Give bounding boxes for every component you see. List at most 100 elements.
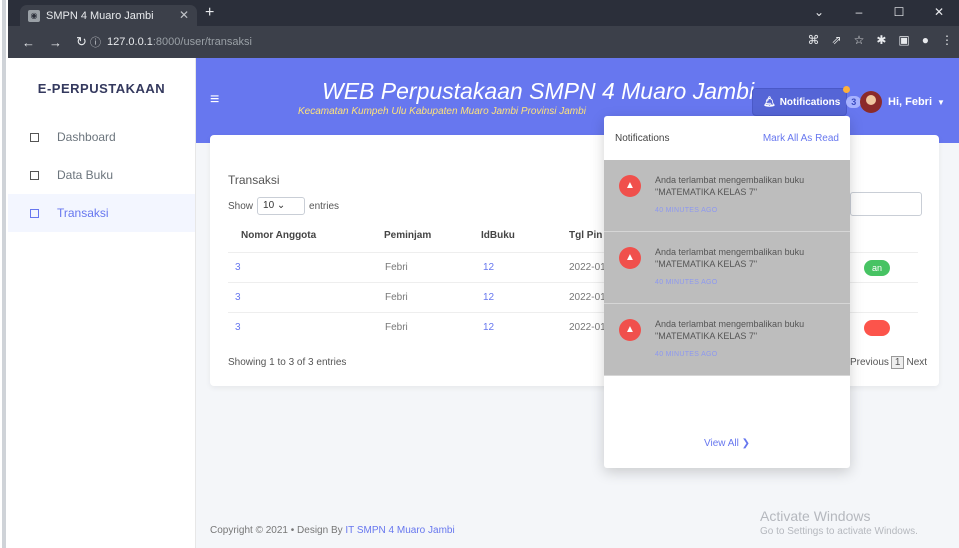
idbuku-cell[interactable]: 12 bbox=[483, 322, 494, 333]
notification-text: Anda terlambat mengembalikan buku "MATEM… bbox=[655, 319, 805, 341]
address-bar: ← → ↻ ⓘ 127.0.0.1 :8000/user/transaksi ⌘… bbox=[8, 26, 959, 58]
sidebar-item-label: Dashboard bbox=[57, 130, 116, 144]
chevron-down-icon[interactable]: ⌄ bbox=[799, 0, 839, 26]
column-header[interactable]: IdBuku bbox=[481, 230, 515, 241]
table-info: Showing 1 to 3 of 3 entries bbox=[228, 357, 347, 368]
forward-button[interactable]: → bbox=[49, 35, 62, 50]
window-controls: ⌄ – ☐ ✕ bbox=[799, 0, 959, 26]
notifications-dropdown-panel: Notifications Mark All As Read ▲ Anda te… bbox=[604, 116, 850, 468]
tgl-cell: 2022-01 bbox=[569, 262, 606, 273]
close-window-button[interactable]: ✕ bbox=[919, 0, 959, 26]
footer-bullet: • bbox=[290, 525, 295, 536]
notification-item[interactable]: ▲ Anda terlambat mengembalikan buku "MAT… bbox=[604, 232, 850, 304]
browser-tab[interactable]: ◉ SMPN 4 Muaro Jambi ✕ bbox=[20, 5, 197, 26]
minimize-button[interactable]: – bbox=[839, 0, 879, 26]
entries-control: Show 10 ⌄ entries bbox=[228, 197, 339, 215]
status-badge[interactable]: an bbox=[864, 260, 890, 276]
square-icon bbox=[30, 170, 39, 180]
share-icon[interactable]: ⇗ bbox=[832, 33, 842, 47]
avatar bbox=[860, 91, 882, 113]
notification-time: 40 MINUTES AGO bbox=[655, 279, 718, 286]
column-header[interactable]: Peminjam bbox=[384, 230, 431, 241]
pagination: Previous 1 Next bbox=[850, 356, 927, 369]
warning-icon: ▲ bbox=[619, 247, 641, 269]
sidebar-item-transaksi[interactable]: Transaksi bbox=[8, 194, 195, 232]
copyright-text: Copyright © 2021 bbox=[210, 525, 288, 536]
design-by-link[interactable]: IT SMPN 4 Muaro Jambi bbox=[345, 525, 454, 536]
user-menu[interactable]: Hi, Febri ▼ bbox=[860, 91, 945, 113]
square-icon bbox=[30, 132, 39, 142]
browser-toolbar-icons: ⌘ ⇗ ☆ ✱ ▣ ● ⋮ bbox=[808, 33, 953, 47]
previous-page-button[interactable]: Previous bbox=[850, 357, 889, 368]
footer: Copyright © 2021 • Design By IT SMPN 4 M… bbox=[210, 525, 455, 536]
url-field[interactable]: ⓘ 127.0.0.1 :8000/user/transaksi bbox=[90, 31, 650, 53]
notification-dot bbox=[843, 86, 850, 93]
reload-button[interactable]: ↻ bbox=[76, 34, 87, 50]
nomor-anggota-cell[interactable]: 3 bbox=[235, 262, 241, 273]
extensions-icon[interactable]: ✱ bbox=[876, 33, 886, 47]
star-icon[interactable]: ☆ bbox=[854, 33, 865, 47]
peminjam-cell: Febri bbox=[385, 322, 408, 333]
tab-strip: ◉ SMPN 4 Muaro Jambi ✕ + ⌄ – ☐ ✕ bbox=[8, 0, 959, 26]
dropdown-header: Notifications Mark All As Read bbox=[604, 116, 850, 160]
sidebar-item-dashboard[interactable]: Dashboard bbox=[8, 118, 195, 156]
nomor-anggota-cell[interactable]: 3 bbox=[235, 292, 241, 303]
profile-icon[interactable]: ● bbox=[922, 33, 929, 47]
menu-icon[interactable]: ⋮ bbox=[941, 33, 953, 47]
favicon-icon: ◉ bbox=[28, 9, 40, 22]
entries-select[interactable]: 10 ⌄ bbox=[257, 197, 306, 215]
search-input[interactable] bbox=[850, 192, 922, 216]
tgl-cell: 2022-01 bbox=[569, 292, 606, 303]
peminjam-cell: Febri bbox=[385, 292, 408, 303]
entries-label: entries bbox=[309, 200, 340, 212]
close-tab-icon[interactable]: ✕ bbox=[179, 8, 189, 22]
notifications-label: Notifications bbox=[779, 96, 841, 108]
translate-icon[interactable]: ⌘ bbox=[808, 33, 820, 47]
peminjam-cell: Febri bbox=[385, 262, 408, 273]
card-title: Transaksi bbox=[228, 173, 280, 187]
left-edge bbox=[0, 0, 8, 548]
caret-down-icon: ▼ bbox=[937, 97, 945, 107]
notification-item[interactable]: ▲ Anda terlambat mengembalikan buku "MAT… bbox=[604, 160, 850, 232]
mark-all-read-link[interactable]: Mark All As Read bbox=[763, 133, 839, 144]
maximize-button[interactable]: ☐ bbox=[879, 0, 919, 26]
next-page-button[interactable]: Next bbox=[906, 357, 927, 368]
notification-time: 40 MINUTES AGO bbox=[655, 351, 718, 358]
page-subtitle: Kecamatan Kumpeh Ulu Kabupaten Muaro Jam… bbox=[298, 106, 586, 117]
sidebar-item-label: Transaksi bbox=[57, 206, 109, 220]
watermark-line2: Go to Settings to activate Windows. bbox=[760, 526, 918, 537]
square-icon bbox=[30, 208, 39, 218]
entries-value: 10 bbox=[263, 200, 275, 211]
idbuku-cell[interactable]: 12 bbox=[483, 292, 494, 303]
nomor-anggota-cell[interactable]: 3 bbox=[235, 322, 241, 333]
page-1-button[interactable]: 1 bbox=[890, 356, 905, 369]
sidebar: E-PERPUSTAKAAN Dashboard Data Buku Trans… bbox=[8, 58, 196, 548]
notifications-button[interactable]: 🔔︎ Notifications 3 bbox=[752, 86, 862, 116]
tab-title: SMPN 4 Muaro Jambi bbox=[46, 9, 154, 22]
notification-time: 40 MINUTES AGO bbox=[655, 207, 718, 214]
new-tab-button[interactable]: + bbox=[205, 4, 214, 22]
notification-item[interactable]: ▲ Anda terlambat mengembalikan buku "MAT… bbox=[604, 304, 850, 376]
user-greeting: Hi, Febri bbox=[888, 96, 933, 108]
watermark-line1: Activate Windows bbox=[760, 508, 871, 524]
warning-icon: ▲ bbox=[619, 319, 641, 341]
column-header[interactable]: Nomor Anggota bbox=[241, 230, 316, 241]
windows-activation-watermark: Activate Windows Go to Settings to activ… bbox=[760, 508, 918, 537]
sidebar-item-data-buku[interactable]: Data Buku bbox=[8, 156, 195, 194]
url-path: :8000/user/transaksi bbox=[152, 36, 252, 48]
notification-text: Anda terlambat mengembalikan buku "MATEM… bbox=[655, 175, 805, 197]
brand-title: E-PERPUSTAKAAN bbox=[37, 80, 166, 96]
sidebar-item-label: Data Buku bbox=[57, 168, 114, 182]
view-all-link[interactable]: View All ❯ bbox=[604, 438, 850, 449]
bell-icon: 🔔︎ bbox=[763, 96, 776, 108]
back-button[interactable]: ← bbox=[22, 35, 35, 50]
dropdown-title: Notifications bbox=[615, 132, 670, 144]
idbuku-cell[interactable]: 12 bbox=[483, 262, 494, 273]
status-badge[interactable] bbox=[864, 320, 890, 336]
design-by-text: Design By bbox=[297, 525, 343, 536]
url-host: 127.0.0.1 bbox=[107, 36, 153, 48]
info-icon[interactable]: ⓘ bbox=[90, 34, 101, 50]
hamburger-menu-icon[interactable]: ≡ bbox=[210, 91, 219, 109]
sidepanel-icon[interactable]: ▣ bbox=[898, 33, 909, 47]
column-header[interactable]: Tgl Pin bbox=[569, 230, 602, 241]
